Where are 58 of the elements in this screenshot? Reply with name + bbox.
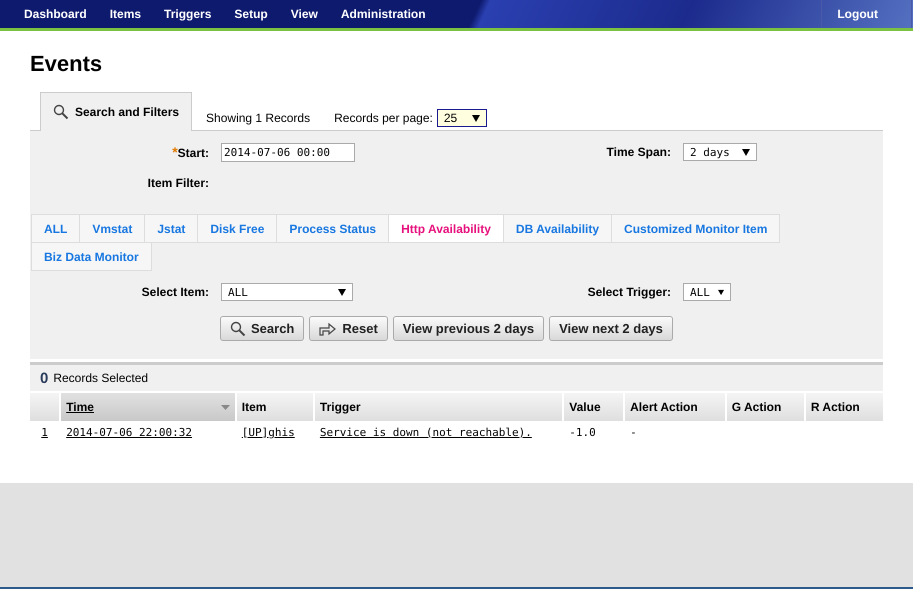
per-page-select[interactable]: 25 — [436, 109, 487, 127]
column-header[interactable]: R Action — [804, 393, 883, 421]
nav-item[interactable]: View — [290, 0, 341, 28]
select-item-label: Select Item: — [140, 285, 209, 299]
table-cell: - — [624, 421, 726, 443]
selected-label: Records Selected — [53, 371, 148, 385]
filter-tab[interactable]: Vmstat — [79, 214, 146, 243]
filter-tab[interactable]: DB Availability — [502, 214, 612, 243]
table-cell: -1.0 — [563, 421, 624, 443]
select-item-select[interactable]: ALL — [221, 283, 353, 301]
sort-arrow-icon — [220, 404, 230, 410]
page-title: Events — [30, 51, 104, 78]
column-header[interactable]: Alert Action — [624, 393, 726, 421]
filter-tab[interactable]: ALL — [31, 214, 80, 243]
logout-link[interactable]: Logout — [821, 0, 912, 28]
nav-days-button[interactable]: View next 2 days — [549, 316, 673, 341]
reset-icon — [319, 322, 338, 336]
column-header[interactable]: Trigger — [314, 393, 564, 421]
filter-tab[interactable]: Jstat — [144, 214, 198, 243]
filter-tab[interactable]: Disk Free — [197, 214, 278, 243]
time-span-label: Time Span: — [606, 145, 671, 159]
column-header[interactable]: G Action — [726, 393, 805, 421]
search-icon — [53, 104, 69, 120]
start-field[interactable]: 2014-07-06 00:00 — [221, 142, 355, 162]
table-link[interactable]: 2014-07-06 22:00:32 — [60, 421, 236, 443]
search-filters-tab[interactable]: Search and Filters — [40, 92, 192, 131]
per-page-label: Records per page: — [334, 111, 433, 125]
table-link[interactable]: [UP]ghis — [236, 421, 314, 443]
search-icon — [230, 320, 246, 336]
nav-item[interactable]: Dashboard — [0, 0, 110, 28]
select-trigger-select[interactable]: ALL — [683, 283, 731, 301]
reset-button[interactable]: Reset — [309, 316, 388, 341]
table-link[interactable]: Service is down (not reachable). — [314, 421, 564, 443]
nav-item[interactable]: Administration — [340, 0, 449, 28]
tab-label: Search and Filters — [75, 105, 180, 119]
nav-days-button[interactable]: View previous 2 days — [392, 316, 544, 341]
filter-tab[interactable]: Biz Data Monitor — [31, 242, 152, 271]
row-number-link[interactable]: 1 — [30, 421, 60, 443]
caret-icon — [338, 288, 346, 296]
caret-icon — [472, 114, 480, 122]
caret-icon — [718, 288, 724, 296]
nav-item[interactable]: Items — [110, 0, 164, 28]
filter-tab[interactable]: Process Status — [276, 214, 390, 243]
filter-tab[interactable]: Http Availability — [388, 214, 504, 243]
search-button[interactable]: Search — [220, 316, 304, 341]
records-count-text: Showing 1 Records — [206, 111, 310, 127]
filter-tab[interactable]: Customized Monitor Item — [611, 214, 780, 243]
time-span-select[interactable]: 2 days — [683, 143, 757, 161]
nav-item[interactable]: Setup — [234, 0, 291, 28]
column-header[interactable]: Value — [563, 393, 624, 421]
selected-count: 0 — [40, 370, 48, 386]
start-label: *Start: — [171, 144, 209, 160]
select-trigger-label: Select Trigger: — [586, 285, 671, 299]
column-header[interactable]: Time — [60, 393, 236, 421]
nav-item[interactable]: Triggers — [164, 0, 234, 28]
caret-icon — [742, 148, 750, 156]
item-filter-label: Item Filter: — [146, 176, 209, 190]
column-header[interactable]: Item — [236, 393, 314, 421]
